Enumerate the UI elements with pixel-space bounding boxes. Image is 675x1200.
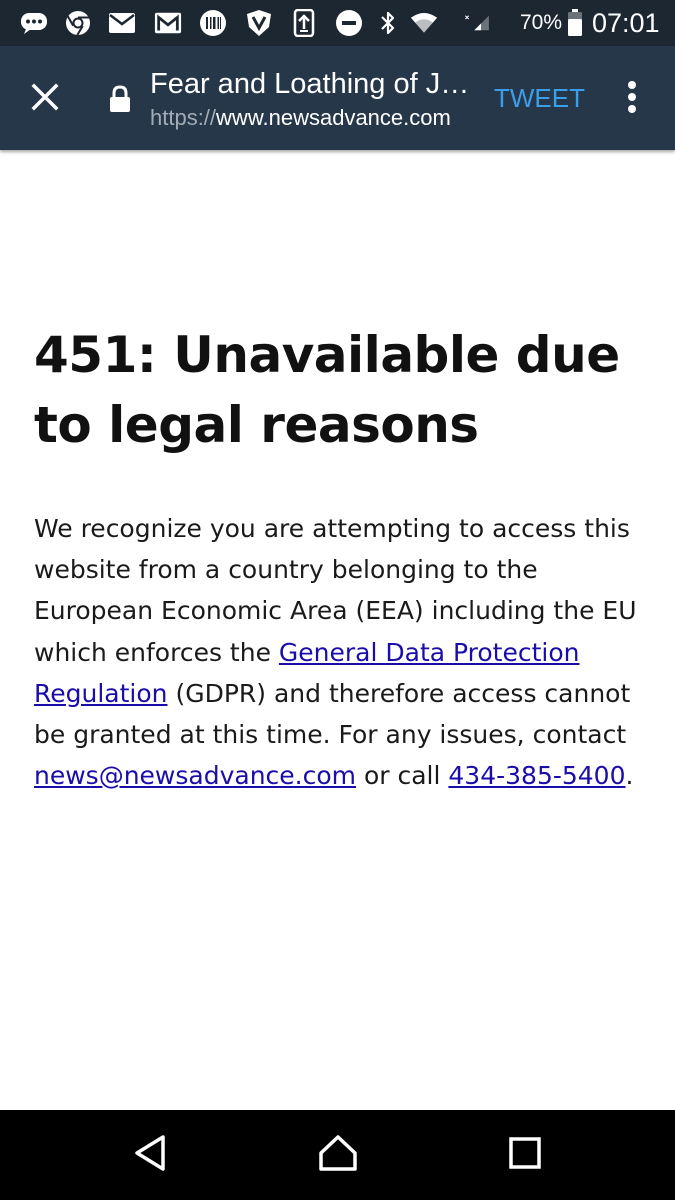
email-link[interactable]: news@newsadvance.com — [34, 761, 356, 790]
status-bar: 70% 07:01 — [0, 0, 675, 46]
more-vert-icon — [627, 80, 637, 119]
custom-tab-toolbar: Fear and Loathing of J… https://www.news… — [0, 46, 675, 150]
battery-percent: 70% — [520, 11, 563, 34]
url-host: www.newsadvance.com — [216, 105, 451, 130]
clock: 07:01 — [592, 8, 660, 38]
lock-icon[interactable] — [108, 85, 132, 113]
mail-icon — [108, 9, 136, 37]
home-button[interactable] — [313, 1130, 363, 1180]
recents-button[interactable] — [500, 1130, 550, 1180]
gmail-icon — [154, 9, 182, 37]
signal-icon — [462, 9, 490, 37]
recents-icon — [509, 1136, 541, 1174]
tweet-button[interactable]: TWEET — [494, 82, 585, 114]
back-icon — [133, 1134, 167, 1177]
close-button[interactable] — [18, 72, 72, 126]
upload-icon — [290, 9, 318, 37]
bluetooth-icon — [374, 9, 402, 37]
url-scheme: https:// — [150, 105, 217, 130]
home-icon — [318, 1134, 358, 1177]
barcode-icon — [199, 9, 227, 37]
wifi-icon — [410, 9, 438, 37]
shield-icon — [245, 9, 273, 37]
close-icon — [31, 83, 59, 116]
page-title: Fear and Loathing of J… — [150, 68, 470, 100]
chrome-icon — [64, 9, 92, 37]
message-text-4: . — [625, 761, 634, 791]
do-not-disturb-icon — [335, 9, 363, 37]
page-content: 451: Unavailable due to legal reasons We… — [34, 320, 644, 796]
error-heading: 451: Unavailable due to legal reasons — [34, 326, 620, 454]
more-options-button[interactable] — [612, 74, 652, 124]
battery-icon — [565, 9, 585, 37]
error-message: We recognize you are attempting to acces… — [34, 508, 644, 796]
navigation-bar — [0, 1110, 675, 1200]
chat-icon — [20, 9, 48, 37]
phone-link[interactable]: 434-385-5400 — [448, 761, 625, 790]
page-url[interactable]: https://www.newsadvance.com — [150, 104, 480, 132]
back-button[interactable] — [125, 1130, 175, 1180]
message-text-3: or call — [356, 761, 449, 791]
